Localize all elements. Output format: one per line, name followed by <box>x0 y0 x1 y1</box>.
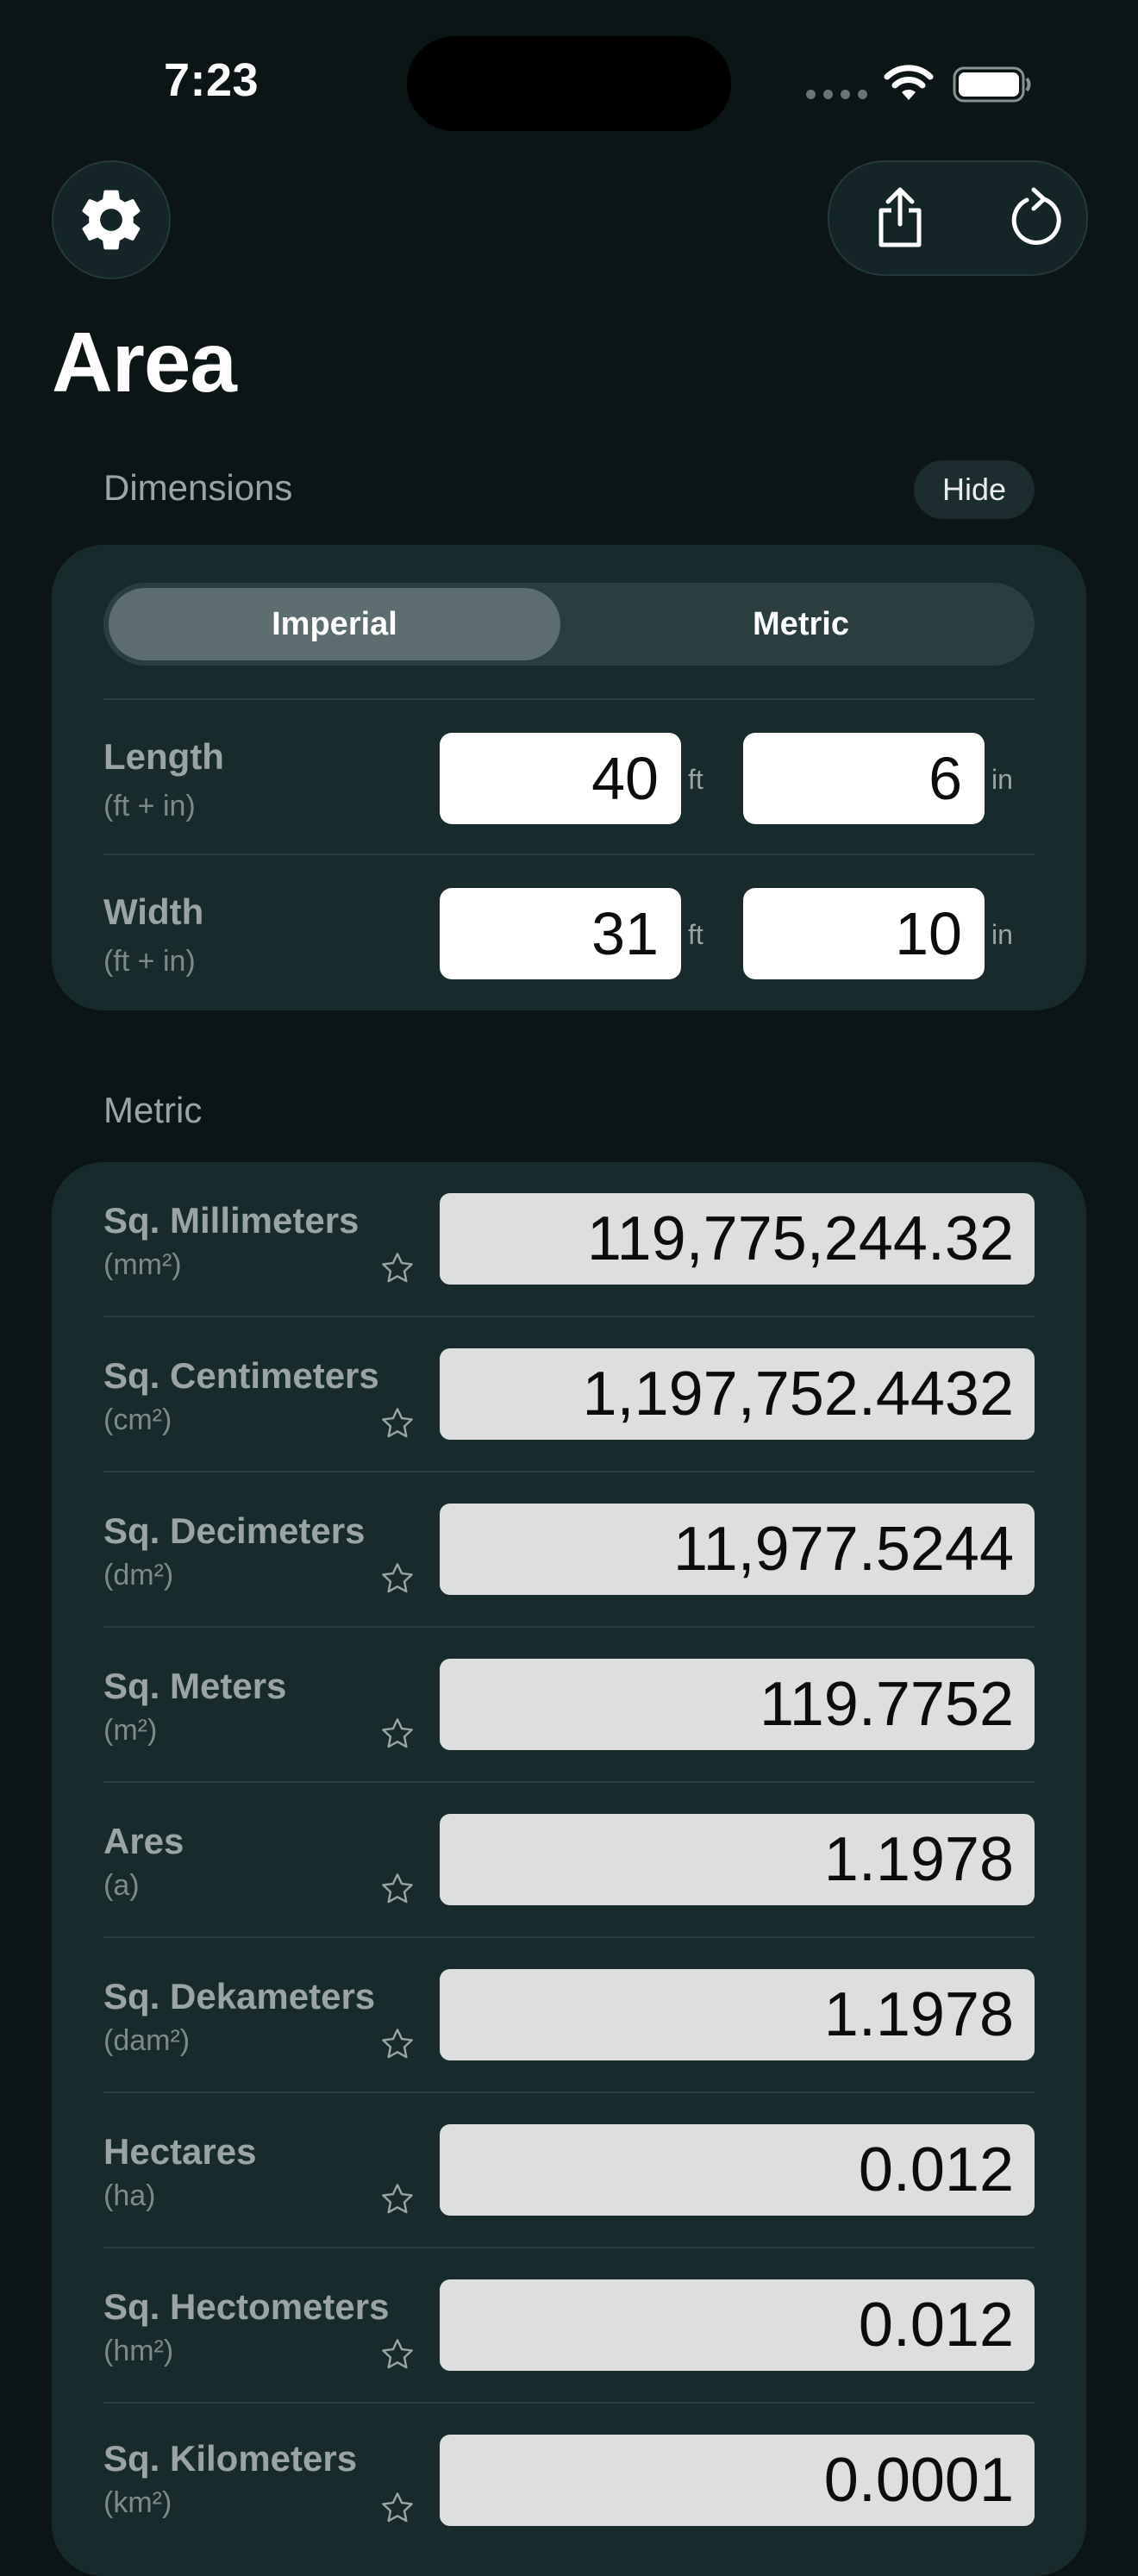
unit-system-segmented-control: Imperial Metric <box>103 583 1035 666</box>
star-outline-icon[interactable] <box>379 2026 416 2062</box>
metric-row-label: Sq. Dekameters <box>103 1976 376 2016</box>
metric-row-label: Sq. Hectometers <box>103 2286 390 2327</box>
star-outline-icon[interactable] <box>379 1871 416 1907</box>
share-button[interactable] <box>864 181 936 253</box>
width-in-input[interactable]: 10 <box>743 888 985 979</box>
metric-row-unit: (ha) <box>103 2179 156 2212</box>
dimensions-header: Dimensions <box>103 467 293 508</box>
metric-row-label: Sq. Kilometers <box>103 2438 358 2479</box>
star-outline-icon[interactable] <box>379 1716 416 1752</box>
divider <box>103 1936 1035 1938</box>
star-outline-icon[interactable] <box>379 1560 416 1597</box>
sq-hectometers-value[interactable]: 0.012 <box>440 2279 1035 2371</box>
width-ft-unit: ft <box>688 919 703 950</box>
metric-row-label: Ares <box>103 1821 184 1861</box>
reset-button[interactable] <box>1000 181 1072 253</box>
star-outline-icon[interactable] <box>379 2181 416 2217</box>
metric-card: Sq. Millimeters (mm²) 119,775,244.32 Sq.… <box>52 1162 1086 2576</box>
divider <box>103 1626 1035 1628</box>
metric-row-label: Sq. Millimeters <box>103 1200 360 1241</box>
divider <box>103 1781 1035 1783</box>
metric-row-unit: (dm²) <box>103 1559 174 1591</box>
settings-button[interactable] <box>52 160 171 279</box>
width-sub: (ft + in) <box>103 945 196 978</box>
divider <box>103 2402 1035 2404</box>
gear-icon <box>82 190 141 250</box>
sq-dekameters-value[interactable]: 1.1978 <box>440 1969 1035 2060</box>
metric-row-unit: (mm²) <box>103 1248 182 1281</box>
sq-kilometers-value[interactable]: 0.0001 <box>440 2435 1035 2526</box>
metric-header: Metric <box>103 1090 203 1130</box>
metric-row-label: Sq. Decimeters <box>103 1510 366 1551</box>
metric-row-unit: (m²) <box>103 1714 158 1747</box>
sq-centimeters-value[interactable]: 1,197,752.4432 <box>440 1348 1035 1440</box>
length-ft-unit: ft <box>688 764 703 795</box>
metric-row-label: Hectares <box>103 2131 257 2172</box>
width-label: Width <box>103 891 204 932</box>
metric-row-unit: (dam²) <box>103 2024 191 2057</box>
share-icon <box>879 187 922 247</box>
ares-value[interactable]: 1.1978 <box>440 1814 1035 1905</box>
length-sub: (ft + in) <box>103 790 196 822</box>
reset-icon <box>1011 187 1061 245</box>
toolbar-actions <box>828 160 1088 276</box>
divider <box>103 853 1035 855</box>
length-in-unit: in <box>991 764 1013 795</box>
cellular-signal-icon <box>806 90 867 99</box>
metric-row-label: Sq. Centimeters <box>103 1355 379 1396</box>
hide-dimensions-button[interactable]: Hide <box>914 460 1035 519</box>
sq-millimeters-value[interactable]: 119,775,244.32 <box>440 1193 1035 1285</box>
length-label: Length <box>103 736 224 777</box>
sq-meters-value[interactable]: 119.7752 <box>440 1659 1035 1750</box>
star-outline-icon[interactable] <box>379 2490 416 2526</box>
length-ft-input[interactable]: 40 <box>440 733 681 824</box>
metric-row-unit: (km²) <box>103 2486 172 2519</box>
divider <box>103 1316 1035 1317</box>
metric-row-unit: (hm²) <box>103 2335 174 2367</box>
metric-row-label: Sq. Meters <box>103 1666 287 1706</box>
hectares-value[interactable]: 0.012 <box>440 2124 1035 2216</box>
dynamic-island <box>407 36 731 131</box>
width-ft-input[interactable]: 31 <box>440 888 681 979</box>
dimensions-card: Imperial Metric Length (ft + in) 40 ft 6… <box>52 545 1086 1010</box>
divider <box>103 2091 1035 2093</box>
wifi-icon <box>884 65 934 100</box>
divider <box>103 698 1035 700</box>
star-outline-icon[interactable] <box>379 1250 416 1286</box>
divider <box>103 1471 1035 1472</box>
divider <box>103 2247 1035 2248</box>
sq-decimeters-value[interactable]: 11,977.5244 <box>440 1504 1035 1595</box>
width-in-unit: in <box>991 919 1013 950</box>
status-time: 7:23 <box>164 54 259 106</box>
star-outline-icon[interactable] <box>379 1405 416 1441</box>
metric-row-unit: (cm²) <box>103 1404 172 1436</box>
star-outline-icon[interactable] <box>379 2336 416 2373</box>
battery-icon <box>953 66 1031 103</box>
page-title: Area <box>52 315 237 410</box>
metric-row-unit: (a) <box>103 1869 140 1902</box>
segment-metric[interactable]: Metric <box>572 588 1029 660</box>
segment-imperial[interactable]: Imperial <box>109 588 560 660</box>
length-in-input[interactable]: 6 <box>743 733 985 824</box>
